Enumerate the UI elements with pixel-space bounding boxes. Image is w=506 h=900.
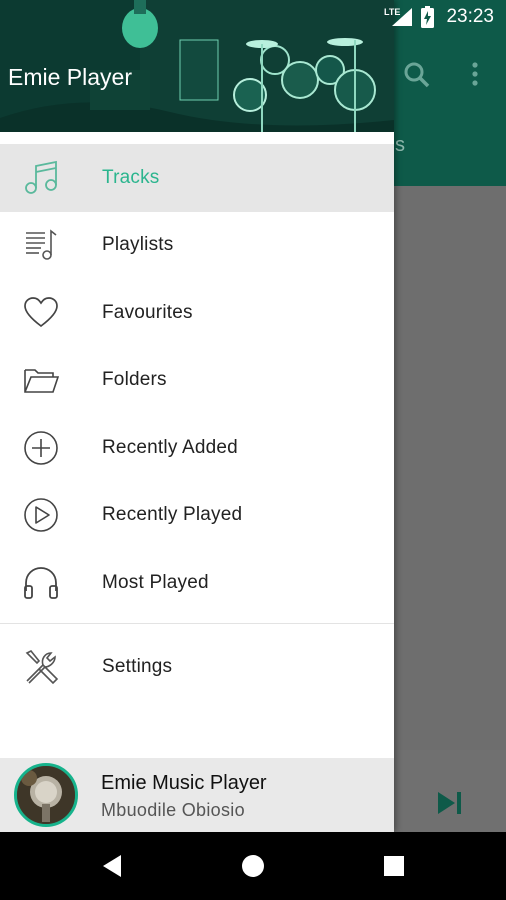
home-button[interactable]: [213, 832, 293, 900]
menu-item-folders[interactable]: Folders: [0, 347, 394, 415]
menu-label-recently-played: Recently Played: [102, 504, 243, 526]
footer-app-name: Emie Music Player: [101, 772, 267, 794]
menu-item-recently-played[interactable]: Recently Played: [0, 482, 394, 550]
overflow-menu-icon[interactable]: [468, 60, 482, 95]
menu-label-favourites: Favourites: [102, 301, 193, 323]
recents-square-icon: [384, 856, 404, 876]
menu-item-favourites[interactable]: Favourites: [0, 279, 394, 347]
folder-icon: [21, 360, 61, 400]
menu-divider: [0, 622, 394, 624]
status-time: 23:23: [446, 6, 494, 27]
menu-item-playlists[interactable]: Playlists: [0, 212, 394, 280]
drawer-menu: Tracks Playlists Favourites Folders Rece…: [0, 144, 394, 701]
signal-icon: [392, 8, 412, 26]
menu-item-settings[interactable]: Settings: [0, 634, 394, 702]
menu-label-playlists: Playlists: [102, 234, 174, 256]
menu-label-folders: Folders: [102, 369, 167, 391]
system-nav-bar: [0, 832, 506, 900]
heart-icon: [21, 293, 61, 333]
search-icon[interactable]: [402, 60, 432, 95]
footer-author: Mbuodile Obiosio: [101, 800, 245, 820]
drawer-app-title: Emie Player: [8, 64, 132, 90]
play-circle-icon: [21, 495, 61, 535]
menu-item-tracks[interactable]: Tracks: [0, 144, 394, 212]
album-art-avatar: [14, 763, 78, 827]
menu-label-settings: Settings: [102, 656, 173, 678]
recents-button[interactable]: [354, 832, 434, 900]
menu-item-most-played[interactable]: Most Played: [0, 549, 394, 617]
background-tab-label: s: [395, 134, 405, 156]
battery-icon: [421, 6, 434, 28]
navigation-drawer: Emie Player Tracks Playlists Favourites …: [0, 0, 394, 832]
skip-next-icon[interactable]: [436, 790, 464, 821]
back-triangle-icon: [103, 855, 121, 877]
now-playing-footer[interactable]: Emie Music Player Mbuodile Obiosio: [0, 758, 394, 832]
menu-label-recently-added: Recently Added: [102, 436, 238, 458]
menu-label-tracks: Tracks: [102, 166, 160, 188]
menu-item-recently-added[interactable]: Recently Added: [0, 414, 394, 482]
home-circle-icon: [242, 855, 264, 877]
status-bar: LTE 23:23: [0, 0, 506, 34]
headphones-icon: [21, 563, 61, 603]
playlist-icon: [21, 225, 61, 265]
back-button[interactable]: [72, 832, 152, 900]
music-note-icon: [21, 158, 61, 198]
plus-circle-icon: [21, 428, 61, 468]
menu-label-most-played: Most Played: [102, 571, 209, 593]
tools-icon: [21, 647, 61, 687]
